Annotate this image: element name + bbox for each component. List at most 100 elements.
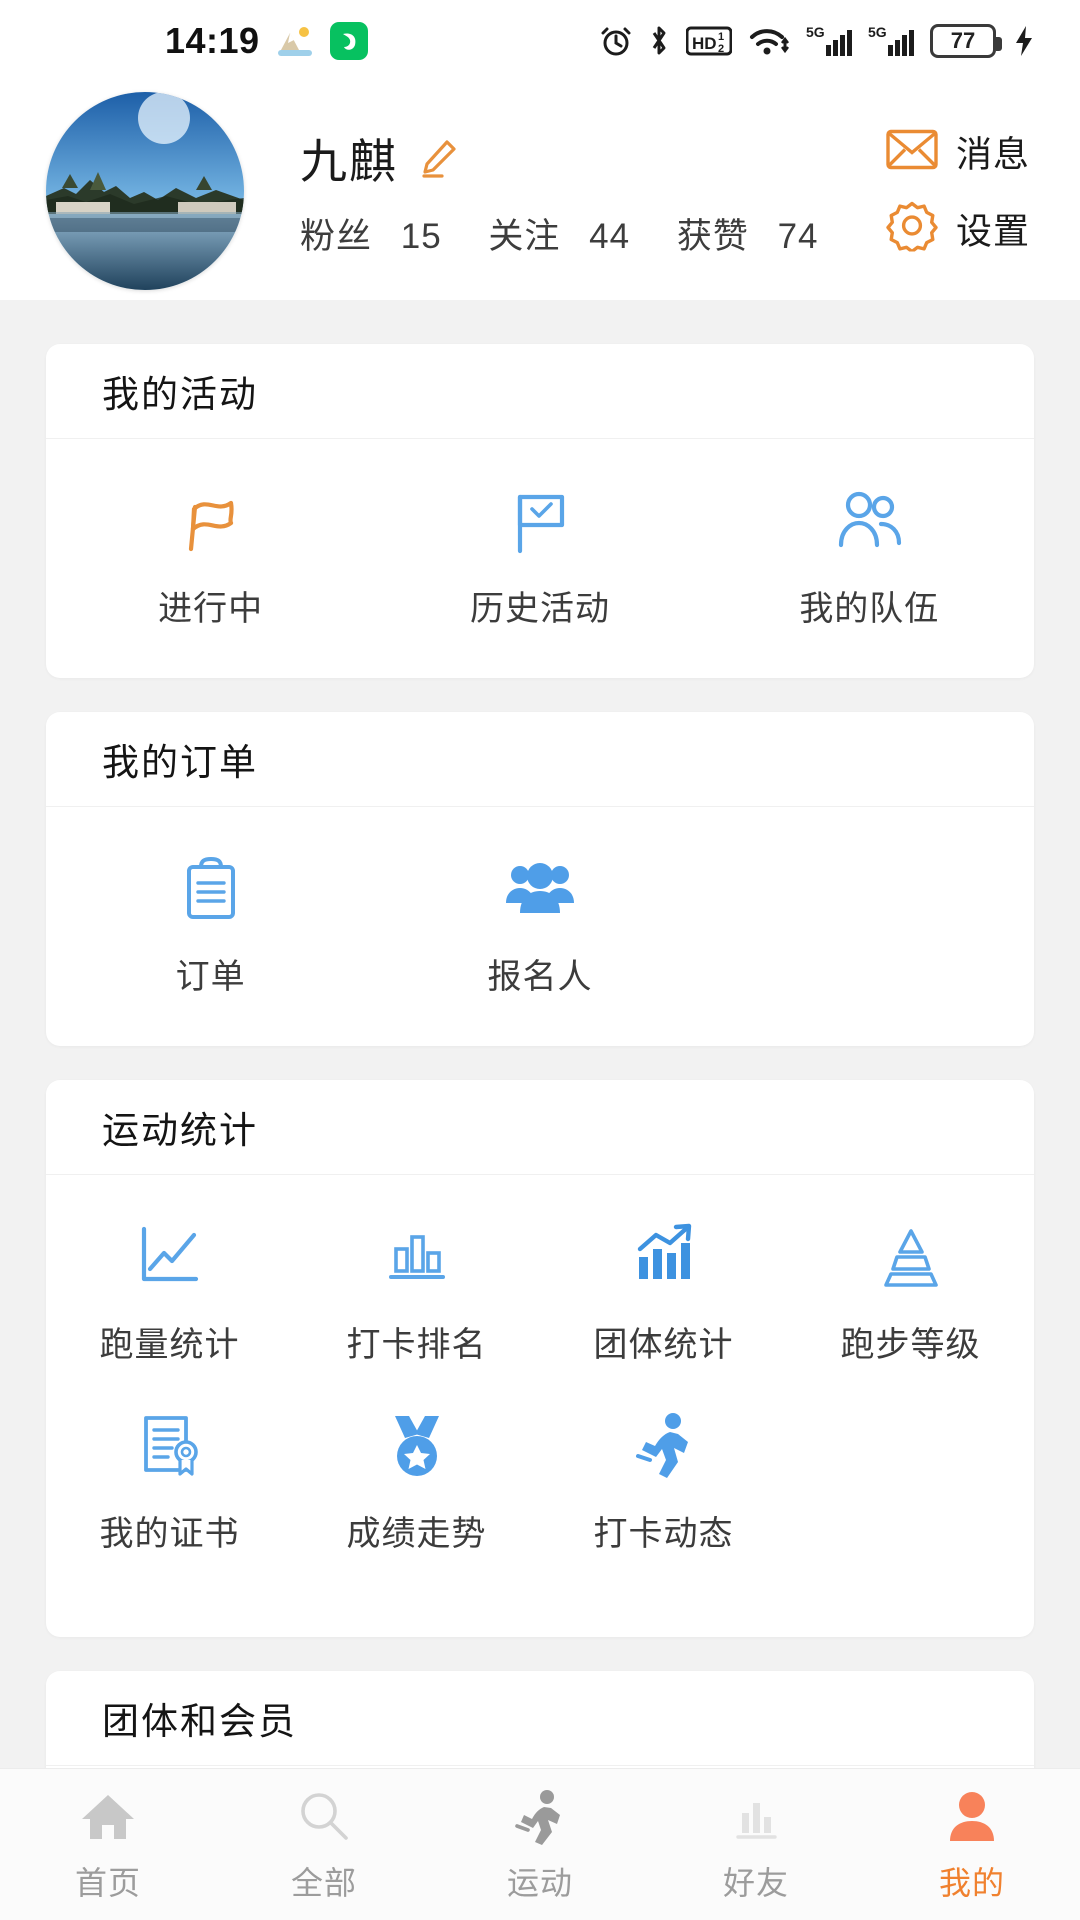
tab-label: 首页 xyxy=(74,1864,141,1901)
profile-header: 九麒 粉丝 15 关注 44 获赞 74 消息 设置 xyxy=(0,82,1080,300)
activities-grid: 进行中 历史活动 我的队伍 xyxy=(46,439,1034,678)
statistics-grid: 跑量统计 打卡排名 团体统计 跑步等级 我的证书 成绩走势 打卡动态 xyxy=(46,1175,1034,1637)
pencil-icon[interactable] xyxy=(416,136,460,180)
search-icon xyxy=(296,1786,352,1848)
envelope-icon xyxy=(886,128,938,175)
svg-text:1: 1 xyxy=(718,31,724,43)
grid-label: 报名人 xyxy=(487,958,593,996)
line-chart-icon xyxy=(132,1219,208,1295)
tab-label: 运动 xyxy=(506,1864,573,1901)
tab-friends[interactable]: 好友 xyxy=(648,1786,864,1904)
gear-icon xyxy=(886,200,938,257)
pyramid-icon xyxy=(873,1219,949,1295)
alarm-icon xyxy=(600,24,632,58)
tab-label: 我的 xyxy=(938,1864,1005,1901)
grid-label: 打卡排名 xyxy=(346,1326,487,1364)
flag-wave-icon xyxy=(173,483,249,559)
svg-text:2: 2 xyxy=(718,43,724,55)
hd-voice-icon: HD 1 2 xyxy=(686,25,732,57)
grid-item-ongoing[interactable]: 进行中 xyxy=(46,483,375,630)
signal-5g-1-icon: 5G xyxy=(806,23,852,59)
svg-text:5G: 5G xyxy=(868,24,887,40)
grid-item-empty-2 xyxy=(787,1408,1034,1555)
grid-item-mileage-stats[interactable]: 跑量统计 xyxy=(46,1219,293,1366)
grid-item-registrants[interactable]: 报名人 xyxy=(375,851,704,998)
home-icon xyxy=(79,1786,137,1848)
stat-following[interactable]: 关注 44 xyxy=(488,217,648,256)
section-title-orders: 我的订单 xyxy=(46,712,1034,807)
runner-icon xyxy=(511,1786,569,1848)
grid-label: 打卡动态 xyxy=(593,1515,734,1553)
main-content: 我的活动 进行中 历史活动 我的队伍 我的订单 订单 报名人 运动统计 跑量统计… xyxy=(0,300,1080,1846)
bar-chart-icon xyxy=(728,1786,784,1848)
medal-star-icon xyxy=(379,1408,455,1484)
battery-icon: 77 xyxy=(930,24,1002,58)
grid-label: 进行中 xyxy=(158,590,264,628)
stat-followers[interactable]: 粉丝 15 xyxy=(300,217,460,256)
grid-label: 订单 xyxy=(175,958,246,996)
card-my-orders: 我的订单 订单 报名人 xyxy=(46,712,1034,1046)
grid-label: 我的队伍 xyxy=(799,590,940,628)
page-title: 九麒 xyxy=(300,135,398,188)
charging-bolt-icon xyxy=(1012,24,1036,58)
tab-mine[interactable]: 我的 xyxy=(864,1786,1080,1904)
status-bar-left: 14:19 xyxy=(165,20,368,62)
section-title-statistics: 运动统计 xyxy=(46,1080,1034,1175)
grid-item-running-level[interactable]: 跑步等级 xyxy=(787,1219,1034,1366)
card-my-activities: 我的活动 进行中 历史活动 我的队伍 xyxy=(46,344,1034,678)
clipboard-icon xyxy=(173,851,249,927)
grid-item-history[interactable]: 历史活动 xyxy=(375,483,704,630)
settings-button[interactable]: 设置 xyxy=(886,200,1030,257)
svg-text:5G: 5G xyxy=(806,24,825,40)
section-title-groups: 团体和会员 xyxy=(46,1671,1034,1766)
stat-likes[interactable]: 获赞 74 xyxy=(677,217,837,256)
grid-item-my-certificates[interactable]: 我的证书 xyxy=(46,1408,293,1555)
person-icon xyxy=(944,1786,1000,1848)
grid-item-orders[interactable]: 订单 xyxy=(46,851,375,998)
tab-label: 全部 xyxy=(290,1864,357,1901)
profile-name-row: 九麒 xyxy=(300,123,855,192)
grid-label: 跑量统计 xyxy=(99,1326,240,1364)
grid-label: 历史活动 xyxy=(469,590,610,628)
people-outline-icon xyxy=(831,483,907,559)
grid-label: 团体统计 xyxy=(593,1326,734,1364)
runner-icon xyxy=(626,1408,702,1484)
battery-level: 77 xyxy=(950,28,976,53)
grid-item-checkin-feed[interactable]: 打卡动态 xyxy=(540,1408,787,1555)
orders-grid: 订单 报名人 xyxy=(46,807,1034,1046)
green-app-icon xyxy=(329,22,368,60)
tab-sport[interactable]: 运动 xyxy=(432,1786,648,1904)
bottom-navigation: 首页 全部 运动 好友 我的 xyxy=(0,1768,1080,1920)
grid-label: 成绩走势 xyxy=(346,1515,487,1553)
messages-label: 消息 xyxy=(955,133,1030,175)
section-title-activities: 我的活动 xyxy=(46,344,1034,439)
bar-chart-outline-icon xyxy=(379,1219,455,1295)
messages-button[interactable]: 消息 xyxy=(886,126,1030,178)
grid-item-my-team[interactable]: 我的队伍 xyxy=(705,483,1034,630)
tab-all[interactable]: 全部 xyxy=(216,1786,432,1904)
status-bar-right: HD 1 2 5G 5G 77 xyxy=(600,0,1036,82)
status-bar: 14:19 HD 1 2 5G 5G 77 xyxy=(0,0,1080,82)
people-filled-icon xyxy=(502,851,578,927)
tab-home[interactable]: 首页 xyxy=(0,1786,216,1904)
signal-5g-2-icon: 5G xyxy=(868,23,914,59)
grid-item-score-trend[interactable]: 成绩走势 xyxy=(293,1408,540,1555)
weather-icon xyxy=(276,24,314,58)
status-time: 14:19 xyxy=(165,20,260,61)
grid-item-team-statistics[interactable]: 团体统计 xyxy=(540,1219,787,1366)
profile-info: 九麒 粉丝 15 关注 44 获赞 74 xyxy=(300,123,855,259)
bluetooth-icon xyxy=(648,24,670,58)
wifi-icon xyxy=(748,24,790,58)
svg-text:HD: HD xyxy=(692,34,717,53)
settings-label: 设置 xyxy=(955,210,1030,251)
profile-actions: 消息 设置 xyxy=(886,126,1030,257)
tab-label: 好友 xyxy=(722,1864,789,1901)
profile-stats: 粉丝 15 关注 44 获赞 74 xyxy=(300,208,855,259)
grid-label: 我的证书 xyxy=(99,1515,240,1553)
grid-item-checkin-ranking[interactable]: 打卡排名 xyxy=(293,1219,540,1366)
bar-chart-arrow-icon xyxy=(626,1219,702,1295)
grid-item-empty xyxy=(705,851,1034,998)
card-sports-statistics: 运动统计 跑量统计 打卡排名 团体统计 跑步等级 我的证书 成绩走势 打卡动态 xyxy=(46,1080,1034,1637)
avatar[interactable] xyxy=(46,92,244,290)
certificate-icon xyxy=(132,1408,208,1484)
